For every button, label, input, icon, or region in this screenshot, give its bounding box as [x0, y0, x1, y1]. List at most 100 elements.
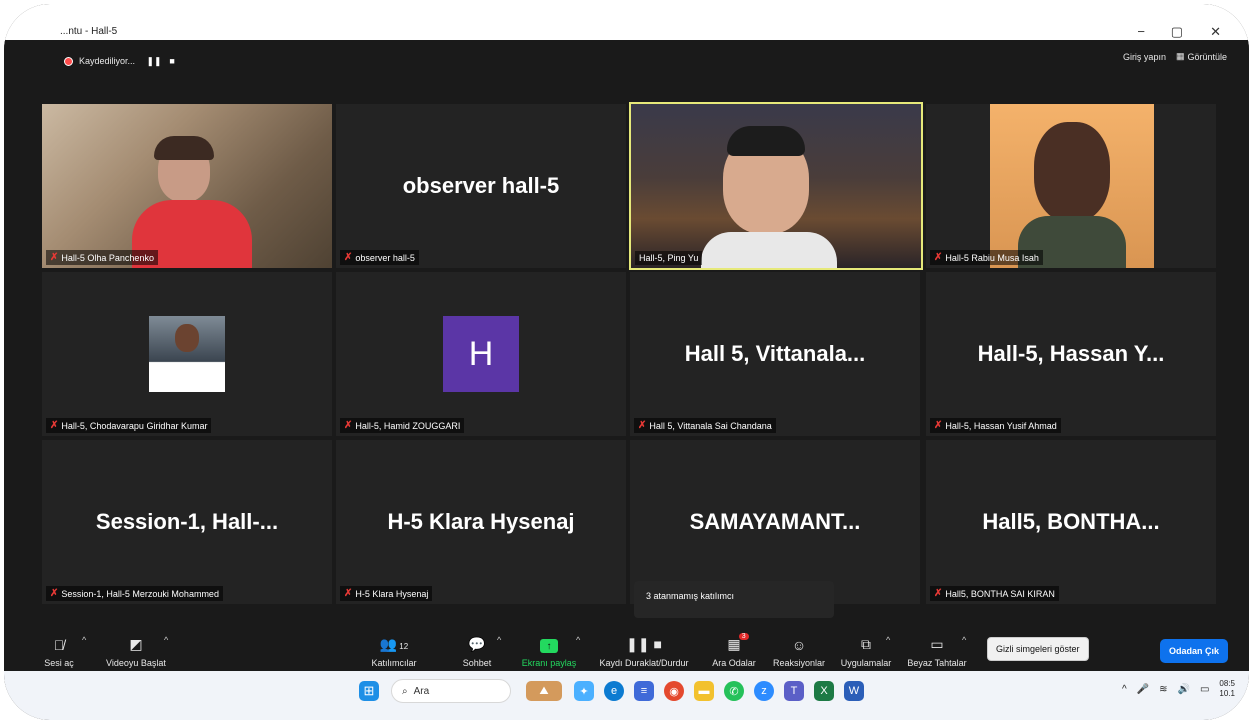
chevron-up-icon[interactable]: ^	[962, 635, 966, 645]
participant-hair	[727, 126, 805, 156]
apps-icon: ⧉	[861, 636, 871, 652]
taskbar-clock[interactable]: 08:5 10.1	[1219, 679, 1235, 699]
zoom-app-icon[interactable]: z	[754, 681, 774, 701]
muted-mic-icon: ✗	[50, 252, 59, 263]
participants-button[interactable]: 👥 12 Katılımcılar	[356, 625, 432, 671]
system-tray: ^ 🎤 ≋ 🔊 ▭ 08:5 10.1	[1122, 679, 1235, 699]
muted-mic-icon: ✗	[344, 588, 353, 599]
participant-face	[1034, 122, 1110, 222]
windows-taskbar: ⊞ ⌕ Ara ⛰ ✦ e ≡ ◉ ▬ ✆ z T X W ^ 🎤 ≋ 🔊 ▭ …	[4, 671, 1249, 720]
volume-icon[interactable]: 🔊	[1178, 684, 1190, 695]
whiteboards-button[interactable]: ▭ Beyaz Tahtalar	[904, 625, 970, 671]
reactions-label: Reaksiyonlar	[772, 658, 826, 668]
video-tile[interactable]: SAMAYAMANT...	[630, 440, 920, 604]
apps-label: Uygulamalar	[840, 658, 892, 668]
apps-button[interactable]: ⧉ Uygulamalar	[836, 625, 896, 671]
chrome-icon[interactable]: ◉	[664, 681, 684, 701]
unassigned-participants-tooltip: 3 atanmamış katılımcı	[634, 581, 834, 618]
start-video-button[interactable]: ◩ Videoyu Başlat	[98, 625, 174, 671]
close-icon[interactable]: ✕	[1210, 24, 1221, 40]
chevron-up-icon[interactable]: ^	[164, 635, 168, 645]
pause-recording-icon[interactable]: ❚❚	[146, 56, 161, 66]
view-button[interactable]: ▦ Görüntüle	[1176, 51, 1227, 62]
maximize-icon[interactable]: ▢	[1171, 24, 1183, 40]
word-icon[interactable]: W	[844, 681, 864, 701]
video-tile[interactable]: H ✗ Hall-5, Hamid ZOUGGARI	[336, 272, 626, 436]
muted-mic-icon: ✗	[344, 252, 353, 263]
participant-label: ✗ Hall5, BONTHA SAI KIRAN	[930, 586, 1059, 601]
muted-mic-icon: ✗	[344, 420, 353, 431]
notepad-icon[interactable]: ≡	[634, 681, 654, 701]
chevron-up-icon[interactable]: ^	[576, 635, 580, 645]
pause-stop-recording-button[interactable]: ❚❚ ■ Kaydı Duraklat/Durdur	[592, 625, 696, 671]
chat-button[interactable]: 💬 Sohbet	[452, 625, 502, 671]
record-dot-icon	[64, 56, 73, 66]
meeting-topbar	[4, 41, 1249, 71]
share-screen-icon: ↑	[540, 639, 558, 653]
participant-name-large: Hall-5, Hassan Y...	[977, 341, 1165, 366]
participant-shirt	[701, 232, 837, 268]
breakout-rooms-label: Ara Odalar	[712, 658, 756, 668]
file-explorer-icon[interactable]: ▬	[694, 681, 714, 701]
chevron-up-icon[interactable]: ^	[82, 635, 86, 645]
window-title: ...ntu - Hall-5	[60, 26, 118, 37]
unmute-button[interactable]: 🎙̸ Sesi aç	[34, 625, 84, 671]
signin-link[interactable]: Giriş yapın	[1123, 52, 1166, 62]
search-placeholder: Ara	[413, 685, 430, 697]
video-tile[interactable]: Hall5, BONTHA... ✗ Hall5, BONTHA SAI KIRA…	[926, 440, 1216, 604]
muted-mic-icon: ✗	[50, 420, 59, 431]
copilot-icon[interactable]: ✦	[574, 681, 594, 701]
participants-label: Katılımcılar	[371, 658, 417, 668]
weather-widget-icon[interactable]: ⛰	[526, 681, 562, 701]
participant-label: ✗ observer hall-5	[340, 250, 419, 265]
video-off-icon: ◩	[129, 636, 143, 652]
excel-icon[interactable]: X	[814, 681, 834, 701]
stop-recording-icon[interactable]: ■	[167, 56, 177, 66]
minimize-icon[interactable]: −	[1137, 24, 1145, 39]
participant-name-large: Session-1, Hall-...	[95, 509, 279, 534]
grid-icon: ▦	[1175, 51, 1185, 61]
muted-mic-icon: ✗	[50, 588, 59, 599]
taskbar-search[interactable]: ⌕ Ara	[391, 679, 511, 703]
video-tile-active-speaker[interactable]: Hall-5, Ping Yu	[629, 102, 923, 270]
participant-initial-avatar: H	[443, 316, 519, 392]
participant-face	[175, 324, 199, 352]
muted-mic-icon: 🎙̸	[53, 637, 65, 653]
share-screen-label: Ekranı paylaş	[521, 658, 577, 668]
recording-label: Kaydediliyor...	[79, 56, 136, 66]
chevron-up-icon[interactable]: ^	[886, 635, 890, 645]
whiteboards-label: Beyaz Tahtalar	[907, 658, 967, 668]
video-tile[interactable]: ✗ Hall-5 Rabiu Musa Isah	[926, 104, 1216, 268]
video-tile[interactable]: observer hall-5 ✗ observer hall-5	[336, 104, 626, 268]
participant-label: ✗ H-5 Klara Hysenaj	[340, 586, 433, 601]
participant-name-large: Hall5, BONTHA...	[982, 509, 1160, 534]
participant-label: Hall-5, Ping Yu	[635, 251, 703, 265]
video-tile[interactable]: Session-1, Hall-... ✗ Session-1, Hall-5 M…	[42, 440, 332, 604]
show-hidden-icons-tooltip[interactable]: Gizli simgeleri göster	[987, 637, 1089, 661]
leave-room-button[interactable]: Odadan Çık	[1160, 639, 1229, 663]
video-tile[interactable]: ✗ Hall-5, Chodavarapu Giridhar Kumar	[42, 272, 332, 436]
chat-icon: 💬	[468, 636, 486, 652]
topbar-actions: Giriş yapın ▦ Görüntüle	[1123, 51, 1227, 62]
teams-icon[interactable]: T	[784, 681, 804, 701]
breakout-badge: 3	[738, 633, 749, 640]
share-screen-button[interactable]: ↑ Ekranı paylaş	[514, 625, 584, 671]
view-label: Görüntüle	[1187, 51, 1227, 62]
video-tile[interactable]: H-5 Klara Hysenaj ✗ H-5 Klara Hysenaj	[336, 440, 626, 604]
chevron-up-icon[interactable]: ^	[1122, 684, 1127, 695]
video-tile[interactable]: Hall-5, Hassan Y... ✗ Hall-5, Hassan Yusi…	[926, 272, 1216, 436]
microphone-icon[interactable]: 🎤	[1137, 684, 1149, 695]
reactions-button[interactable]: ☺ Reaksiyonlar	[768, 625, 830, 671]
breakout-rooms-button[interactable]: ▦ 3 Ara Odalar	[704, 625, 764, 671]
start-windows-icon[interactable]: ⊞	[359, 681, 379, 701]
whatsapp-icon[interactable]: ✆	[724, 681, 744, 701]
chevron-up-icon[interactable]: ^	[497, 635, 501, 645]
wifi-icon[interactable]: ≋	[1159, 684, 1167, 695]
battery-icon[interactable]: ▭	[1200, 684, 1209, 695]
reaction-smiley-icon: ☺	[791, 637, 807, 653]
start-video-label: Videoyu Başlat	[106, 658, 166, 668]
video-tile[interactable]: ✗ Hall-5 Olha Panchenko	[42, 104, 332, 268]
edge-browser-icon[interactable]: e	[604, 681, 624, 701]
video-tile[interactable]: Hall 5, Vittanala... ✗ Hall 5, Vittanala …	[630, 272, 920, 436]
participant-label: ✗ Hall-5 Olha Panchenko	[46, 250, 158, 265]
